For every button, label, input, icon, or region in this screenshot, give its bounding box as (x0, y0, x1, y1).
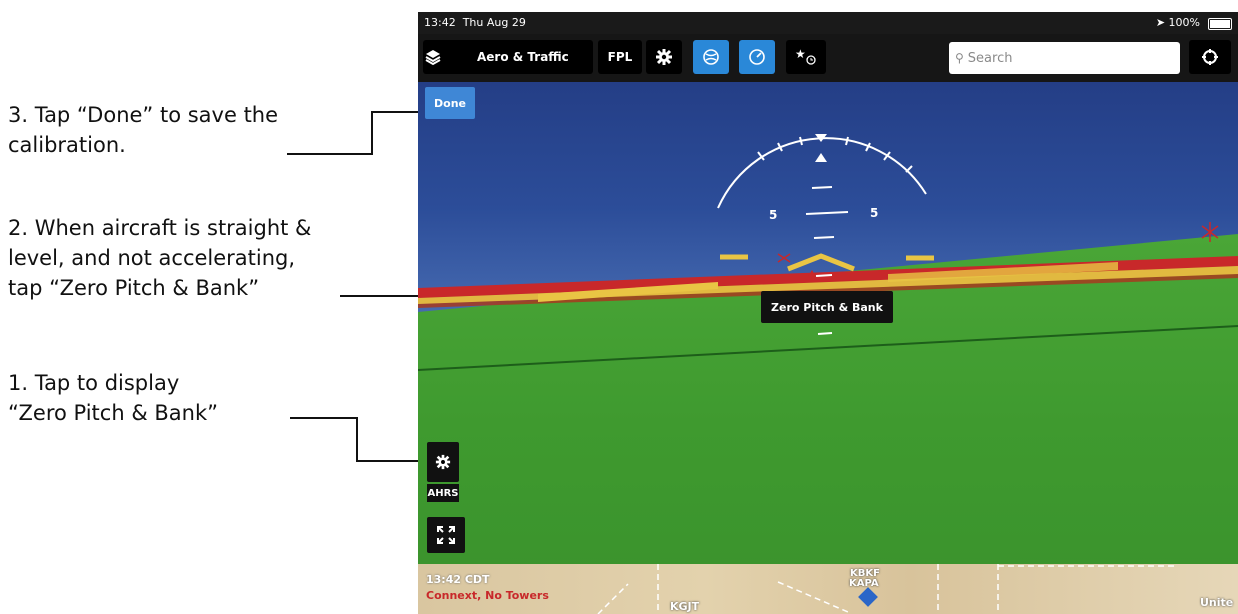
status-bar: 13:42 Thu Aug 29 ➤ 100% (418, 12, 1238, 34)
toolbar: Aero & Traffic FPL ★ ⚲ Search (418, 34, 1238, 82)
star-clock-icon: ★ (795, 48, 816, 65)
airport-kapa[interactable]: KAPA (849, 578, 879, 589)
annotation-line: level, and not accelerating, (8, 246, 296, 270)
pitch-label-left: 5 (769, 208, 778, 222)
annotation-line: tap “Zero Pitch & Bank” (8, 276, 260, 300)
expand-icon (437, 526, 455, 544)
instrument-view-button[interactable] (739, 40, 775, 74)
annotation-step-2: 2. When aircraft is straight & level, an… (8, 213, 311, 303)
leader-line (356, 460, 426, 462)
battery-icon (1208, 18, 1232, 30)
layer-selector-button[interactable]: Aero & Traffic (423, 40, 593, 74)
annotation-line: 1. Tap to display (8, 371, 180, 395)
search-input[interactable]: ⚲ Search (949, 42, 1180, 74)
layer-label: Aero & Traffic (477, 50, 569, 64)
layers-icon (425, 50, 441, 66)
favorites-recent-button[interactable]: ★ (786, 40, 826, 74)
map-time: 13:42 CDT (426, 573, 490, 586)
status-time: 13:42 (424, 16, 456, 29)
crosshair-icon (1202, 49, 1218, 65)
gear-icon (656, 49, 672, 65)
leader-line (287, 153, 373, 155)
search-placeholder: Search (967, 50, 1013, 66)
ahrs-label[interactable]: AHRS (427, 484, 459, 502)
map-connext-status: Connext, No Towers (426, 589, 549, 602)
gauge-icon (749, 49, 765, 65)
fpl-button[interactable]: FPL (598, 40, 642, 74)
leader-line (290, 417, 358, 419)
search-icon: ⚲ (955, 51, 964, 65)
fpl-label: FPL (607, 50, 633, 64)
map-place-label: Unite (1200, 596, 1234, 609)
map-mode-button[interactable] (693, 40, 729, 74)
annotation-line: “Zero Pitch & Bank” (8, 401, 218, 425)
globe-icon (703, 49, 719, 65)
done-button[interactable]: Done (425, 87, 475, 119)
ahrs-settings-button[interactable] (427, 442, 459, 482)
fullscreen-button[interactable] (427, 517, 465, 553)
location-button[interactable] (1189, 40, 1231, 74)
map-strip: 13:42 CDT Connext, No Towers KGJT KBKF K… (418, 564, 1238, 614)
annotation-step-3: 3. Tap “Done” to save the calibration. (8, 100, 278, 160)
zero-pitch-bank-button[interactable]: Zero Pitch & Bank (761, 291, 893, 323)
pitch-label-right: 5 (870, 206, 879, 220)
battery-percent: 100% (1168, 16, 1200, 29)
airport-kgjt[interactable]: KGJT (670, 600, 699, 613)
status-date: Thu Aug 29 (462, 16, 526, 29)
annotation-line: 3. Tap “Done” to save the (8, 103, 279, 127)
svg-text:★: ★ (795, 48, 806, 61)
gear-icon (435, 454, 451, 470)
leader-line (371, 111, 373, 155)
settings-button[interactable] (646, 40, 682, 74)
status-datetime: 13:42 Thu Aug 29 (424, 12, 526, 34)
annotation-step-1: 1. Tap to display “Zero Pitch & Bank” (8, 368, 218, 428)
leader-line (356, 417, 358, 462)
status-battery-text: ➤ 100% (1155, 16, 1200, 29)
annotation-line: 2. When aircraft is straight & (8, 216, 312, 240)
ipad-screen: 5 5 13:42 CDT Connext, No Towers KGJT KB… (418, 12, 1238, 614)
annotation-line: calibration. (8, 133, 126, 157)
